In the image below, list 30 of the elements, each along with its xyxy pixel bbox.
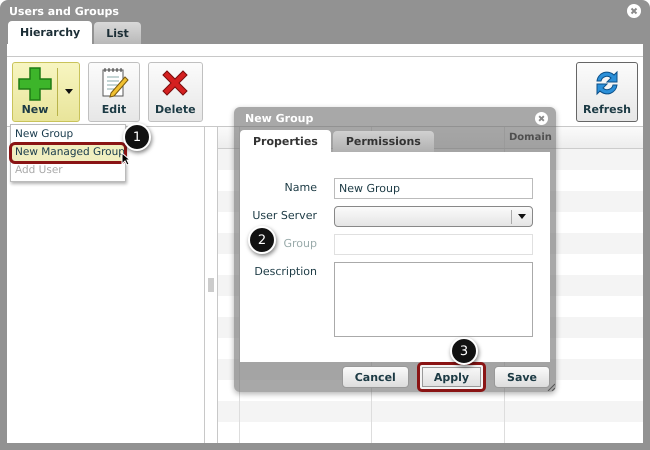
tab[interactable]: List [94, 22, 141, 44]
dialog-title: New Group [245, 112, 314, 125]
field-label: Group [284, 236, 317, 250]
tab[interactable]: Permissions [332, 131, 434, 152]
field-label: Name [284, 180, 317, 194]
dialog-button[interactable]: Cancel [342, 366, 409, 388]
plus-icon [18, 66, 52, 100]
menu-item[interactable]: New Managed Group [11, 144, 125, 162]
field-label: Description [254, 264, 317, 278]
text-field[interactable]: New Group [334, 178, 533, 199]
field-label: User Server [252, 208, 317, 222]
dialog-button[interactable]: Apply [416, 362, 486, 392]
close-icon[interactable] [535, 112, 548, 125]
delete-button[interactable]: Delete [148, 62, 203, 122]
caret-icon[interactable] [64, 89, 72, 94]
close-icon[interactable] [627, 4, 641, 18]
new-split-button[interactable]: New [12, 62, 80, 122]
window-title: Users and Groups [9, 4, 119, 18]
splitter-grip-icon[interactable] [208, 278, 214, 292]
new-label: New [22, 102, 48, 116]
dialog-button[interactable]: Save [494, 366, 550, 388]
menu-item[interactable]: New Group [11, 126, 125, 144]
select-field[interactable] [334, 206, 533, 227]
caret-icon[interactable] [518, 214, 526, 219]
refresh-button[interactable]: Refresh [576, 62, 638, 122]
tab[interactable]: Properties [240, 130, 331, 152]
text-area[interactable] [334, 262, 533, 337]
tab[interactable]: Hierarchy [8, 21, 92, 44]
resize-grip-icon[interactable] [547, 383, 555, 391]
edit-button[interactable]: Edit [88, 62, 140, 122]
